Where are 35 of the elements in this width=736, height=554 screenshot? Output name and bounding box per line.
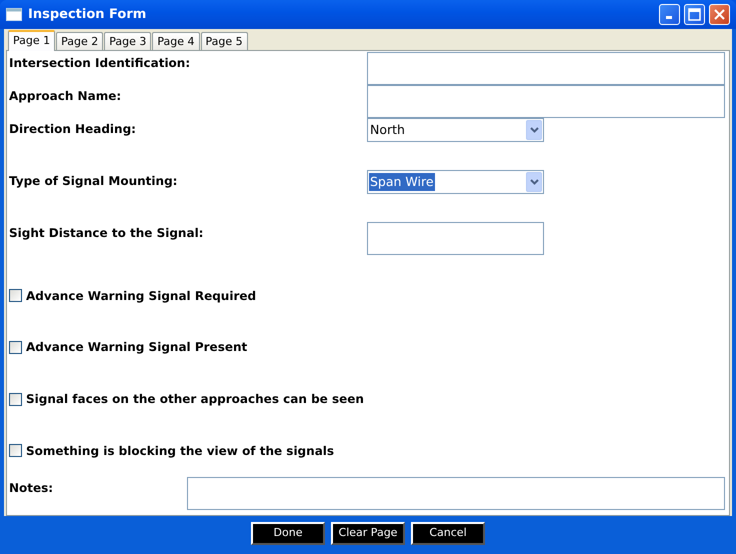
minimize-button[interactable] (659, 4, 680, 26)
form-button[interactable]: Done (251, 522, 325, 545)
field-label: Type of Signal Mounting: (9, 172, 178, 190)
dropdown[interactable]: North (367, 118, 544, 142)
form-button[interactable]: Cancel (411, 522, 485, 545)
field-label: Notes: (9, 480, 54, 497)
notes-field[interactable] (187, 476, 725, 510)
text-field[interactable] (367, 85, 725, 118)
checkbox-label: Advance Warning Signal Required (26, 288, 256, 305)
tab[interactable]: Page 5 (200, 32, 248, 50)
field-label: Intersection Identification: (9, 55, 192, 72)
maximize-icon (688, 8, 701, 22)
text-field[interactable] (367, 52, 725, 86)
field-label: Approach Name: (9, 88, 122, 106)
maximize-button[interactable] (684, 4, 705, 26)
field-label: Direction Heading: (9, 121, 137, 138)
checkbox-box[interactable] (9, 289, 22, 302)
checkbox-label: Something is blocking the view of the signals (26, 442, 334, 460)
checkbox-box[interactable] (9, 340, 22, 354)
checkbox-label: Signal faces on the other approaches can be seen (26, 391, 364, 408)
checkbox-box[interactable] (9, 392, 22, 406)
tab[interactable]: Page 1 (8, 30, 56, 52)
window-title: Inspection Form (28, 6, 146, 24)
window-icon (6, 8, 22, 22)
checkbox-label: Advance Warning Signal Present (26, 339, 248, 356)
tab[interactable]: Page 3 (104, 32, 152, 50)
tab[interactable]: Page 2 (56, 32, 104, 50)
checkbox-box[interactable] (9, 444, 22, 458)
text-field[interactable] (367, 222, 544, 255)
close-button[interactable] (709, 4, 730, 26)
close-icon (713, 8, 726, 22)
form-button[interactable]: Clear Page (331, 522, 405, 545)
field-label: Sight Distance to the Signal: (9, 224, 204, 242)
dropdown[interactable]: Span Wire (367, 170, 544, 194)
tab[interactable]: Page 4 (152, 32, 200, 50)
